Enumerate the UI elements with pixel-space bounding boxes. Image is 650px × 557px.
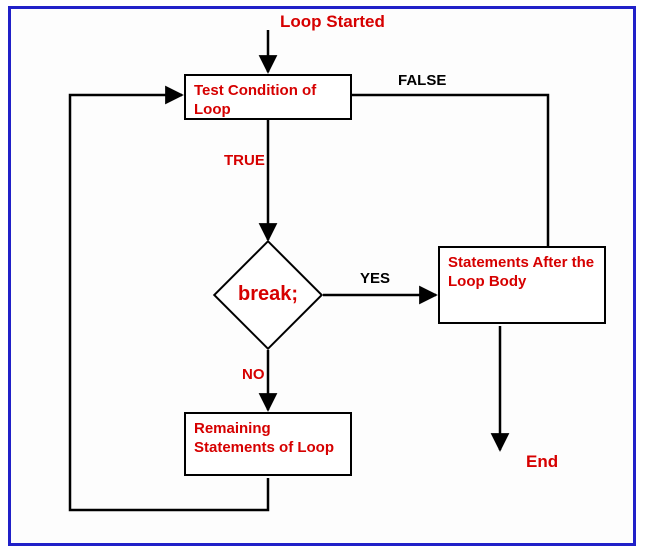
- start-terminator: Loop Started: [280, 12, 385, 32]
- end-terminator: End: [526, 452, 558, 472]
- after-loop-box: Statements After the Loop Body: [438, 246, 606, 324]
- false-label: FALSE: [398, 72, 446, 89]
- test-condition-box: Test Condition of Loop: [184, 74, 352, 120]
- yes-label: YES: [360, 270, 390, 287]
- remaining-statements-box: Remaining Statements of Loop: [184, 412, 352, 476]
- flowchart-canvas: Loop Started Test Condition of Loop FALS…: [0, 0, 650, 557]
- true-label: TRUE: [224, 152, 265, 169]
- no-label: NO: [242, 366, 265, 383]
- edge-test-after: [350, 95, 548, 260]
